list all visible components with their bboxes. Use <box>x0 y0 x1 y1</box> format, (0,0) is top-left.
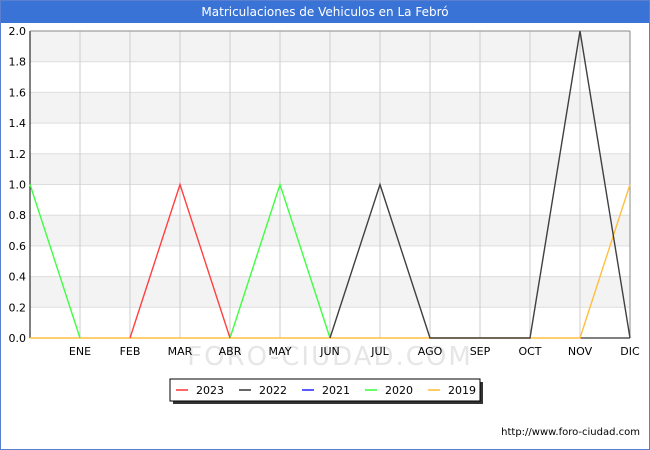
y-tick-label: 0.4 <box>9 271 27 284</box>
legend: 2023 2022 2021 2020 2019 <box>169 378 483 404</box>
x-tick-label: FEB <box>120 345 141 358</box>
y-tick-label: 2.0 <box>9 25 27 38</box>
x-tick-label: MAY <box>269 345 292 358</box>
footer-url: http://www.foro-ciudad.com <box>501 427 640 438</box>
y-tick-label: 0.6 <box>9 240 27 253</box>
x-tick-label: JUN <box>319 345 340 358</box>
legend-label-2019: 2019 <box>448 384 476 397</box>
y-tick-label: 0.8 <box>9 209 27 222</box>
line-chart: FORO-CIUDAD.COM 0.00.20.40.60.81.01.21.4… <box>9 25 640 404</box>
x-tick-label: ENE <box>69 345 91 358</box>
y-tick-label: 1.0 <box>9 179 27 192</box>
x-tick-label: SEP <box>470 345 491 358</box>
x-tick-label: OCT <box>518 345 541 358</box>
x-tick-label: NOV <box>568 345 593 358</box>
x-tick-label: DIC <box>620 345 640 358</box>
legend-label-2020: 2020 <box>385 384 413 397</box>
x-tick-label: AGO <box>418 345 443 358</box>
x-tick-label: JUL <box>370 345 389 358</box>
y-tick-label: 1.6 <box>9 86 27 99</box>
legend-label-2023: 2023 <box>196 384 224 397</box>
y-tick-label: 0.2 <box>9 301 27 314</box>
y-tick-label: 1.2 <box>9 148 27 161</box>
x-tick-label: MAR <box>168 345 193 358</box>
x-tick-label: ABR <box>219 345 242 358</box>
y-tick-label: 0.0 <box>9 332 27 345</box>
y-tick-label: 1.8 <box>9 56 27 69</box>
legend-label-2022: 2022 <box>259 384 287 397</box>
y-tick-label: 1.4 <box>9 117 27 130</box>
legend-label-2021: 2021 <box>322 384 350 397</box>
